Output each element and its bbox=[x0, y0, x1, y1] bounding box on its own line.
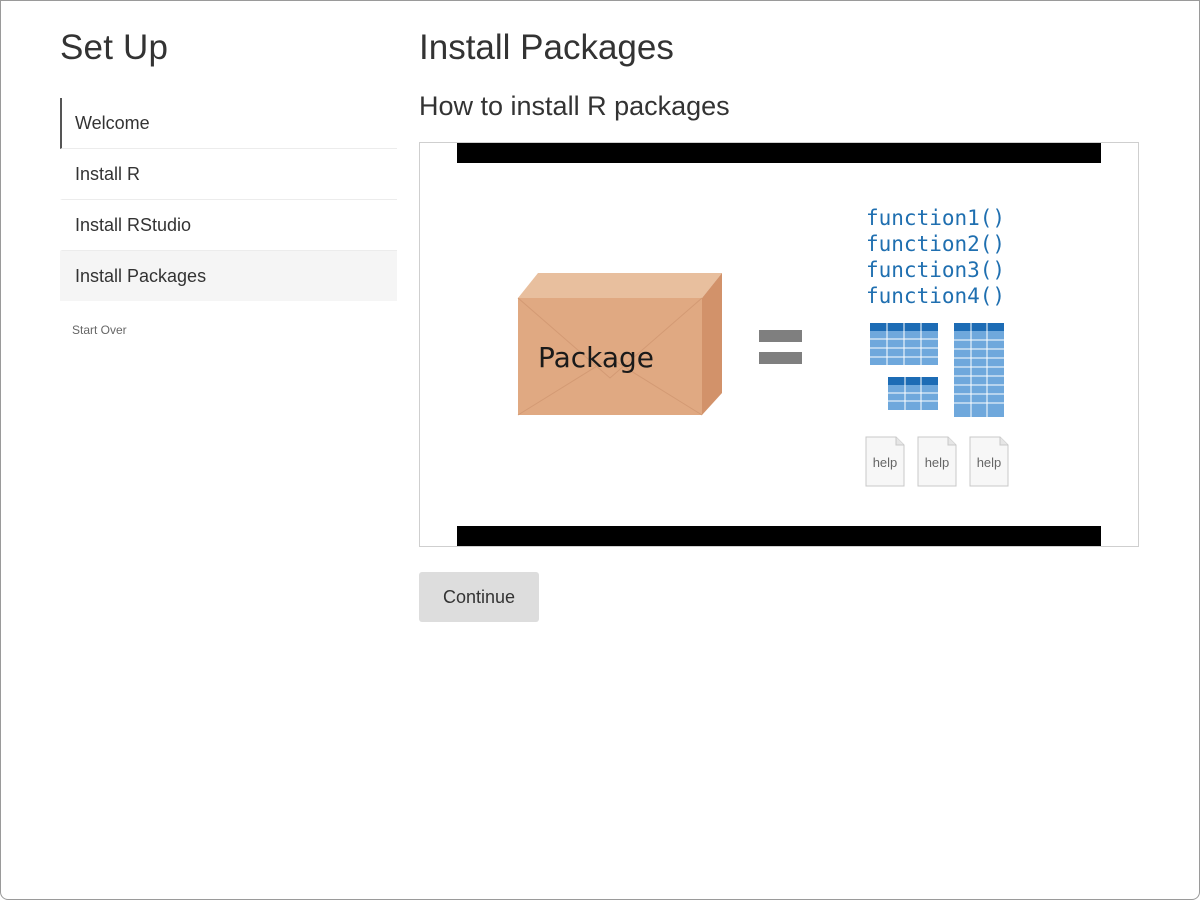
equals-icon bbox=[759, 330, 802, 364]
sidebar-item-install-rstudio[interactable]: Install RStudio bbox=[60, 200, 397, 251]
table-icon-1 bbox=[870, 323, 938, 365]
function-name: function1() bbox=[866, 206, 1005, 230]
continue-button[interactable]: Continue bbox=[419, 572, 539, 622]
function-name: function3() bbox=[866, 258, 1005, 282]
sidebar-title: Set Up bbox=[60, 28, 169, 67]
video-frame: Package function1() function2() function… bbox=[517, 206, 1009, 487]
help-label: help bbox=[873, 455, 898, 470]
package-label: Package bbox=[538, 341, 654, 374]
video-player[interactable]: Package function1() function2() function… bbox=[419, 142, 1139, 547]
page-title: Install Packages bbox=[419, 28, 674, 67]
section-subtitle: How to install R packages bbox=[419, 91, 730, 121]
start-over-link[interactable]: Start Over bbox=[72, 323, 127, 337]
function-name: function4() bbox=[866, 284, 1005, 308]
sidebar-item-install-packages[interactable]: Install Packages bbox=[60, 251, 397, 301]
table-icon-2 bbox=[954, 323, 1004, 417]
help-label: help bbox=[925, 455, 950, 470]
help-label: help bbox=[977, 455, 1002, 470]
function-name: function2() bbox=[866, 232, 1005, 256]
table-icon-3 bbox=[888, 377, 938, 410]
sidebar-item-install-r[interactable]: Install R bbox=[60, 149, 397, 200]
sidebar-item-welcome[interactable]: Welcome bbox=[60, 98, 397, 149]
sidebar-nav: Welcome Install R Install RStudio Instal… bbox=[60, 98, 397, 301]
